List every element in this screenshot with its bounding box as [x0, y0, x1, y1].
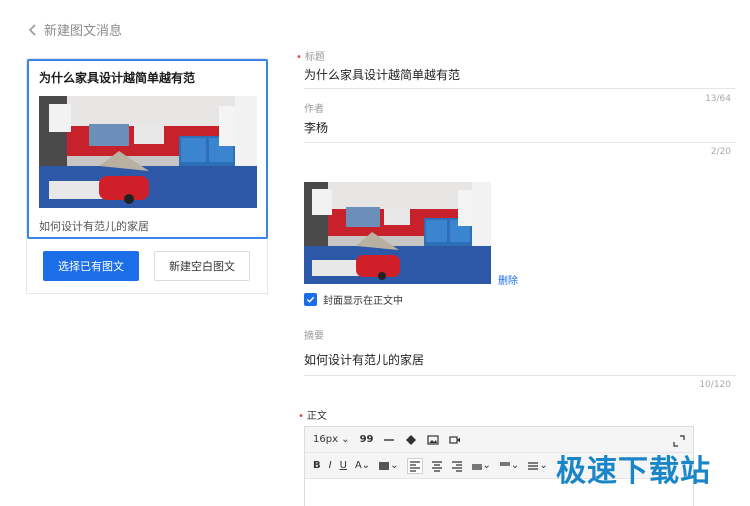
background-color-icon[interactable]: ⌄: [378, 458, 399, 474]
paint-bucket-icon[interactable]: [405, 432, 417, 448]
delete-cover-link[interactable]: 删除: [498, 272, 518, 287]
font-color-icon[interactable]: A⌄: [355, 458, 370, 474]
line-spacing-icon[interactable]: ⌄: [499, 458, 519, 474]
new-blank-article-button[interactable]: 新建空白图文: [154, 251, 250, 281]
summary-counter: 10/120: [699, 380, 731, 390]
underline-icon[interactable]: U: [340, 458, 347, 474]
checkmark-icon: [306, 296, 315, 303]
align-center-icon[interactable]: [431, 458, 443, 474]
body-label: • 正文: [298, 411, 327, 422]
author-counter: 2/20: [710, 147, 731, 157]
cover-image[interactable]: [304, 182, 491, 284]
font-size-select[interactable]: 16px ⌄: [313, 432, 350, 448]
required-mark: •: [296, 52, 302, 63]
article-card[interactable]: 为什么家具设计越简单越有范 如何设计有范儿的家居: [27, 59, 268, 239]
horizontal-rule-icon[interactable]: [383, 432, 395, 448]
show-cover-checkbox[interactable]: [304, 293, 317, 306]
image-icon[interactable]: [427, 432, 440, 448]
indent-icon[interactable]: ⌄: [471, 458, 491, 474]
chevron-left-icon: [28, 23, 36, 36]
required-mark: •: [298, 411, 304, 422]
title-label: • 标题: [296, 52, 325, 63]
quote-icon[interactable]: 99: [360, 432, 374, 448]
summary-underline: [304, 375, 736, 376]
author-underline: [304, 142, 736, 143]
align-left-icon[interactable]: [406, 457, 423, 474]
italic-icon[interactable]: I: [329, 458, 332, 474]
page-title: 新建图文消息: [44, 24, 123, 39]
article-card-panel: 为什么家具设计越简单越有范 如何设计有范儿的家居 选择已有图文 新建空白图文: [26, 58, 268, 294]
card-title: 为什么家具设计越简单越有范: [39, 71, 196, 85]
title-underline: [304, 88, 736, 89]
author-input[interactable]: 李杨: [304, 119, 328, 136]
title-counter: 13/64: [705, 94, 731, 104]
watermark-logo: 极速下载站: [556, 454, 711, 489]
select-existing-article-button[interactable]: 选择已有图文: [43, 251, 139, 281]
video-icon[interactable]: [449, 432, 461, 448]
bold-icon[interactable]: B: [313, 458, 321, 474]
show-cover-checkbox-row[interactable]: 封面显示在正文中: [304, 292, 403, 307]
summary-label: 摘要: [304, 331, 324, 342]
card-digest: 如何设计有范儿的家居: [39, 220, 149, 233]
author-label: 作者: [304, 104, 324, 115]
list-icon[interactable]: ⌄: [527, 458, 548, 474]
align-right-icon[interactable]: [451, 458, 463, 474]
back-button[interactable]: 新建图文消息: [28, 20, 122, 39]
show-cover-label: 封面显示在正文中: [323, 296, 403, 307]
cover-thumbnail-image: [39, 96, 257, 208]
title-input[interactable]: 为什么家具设计越简单越有范: [304, 66, 460, 83]
summary-input[interactable]: 如何设计有范儿的家居: [304, 351, 424, 368]
